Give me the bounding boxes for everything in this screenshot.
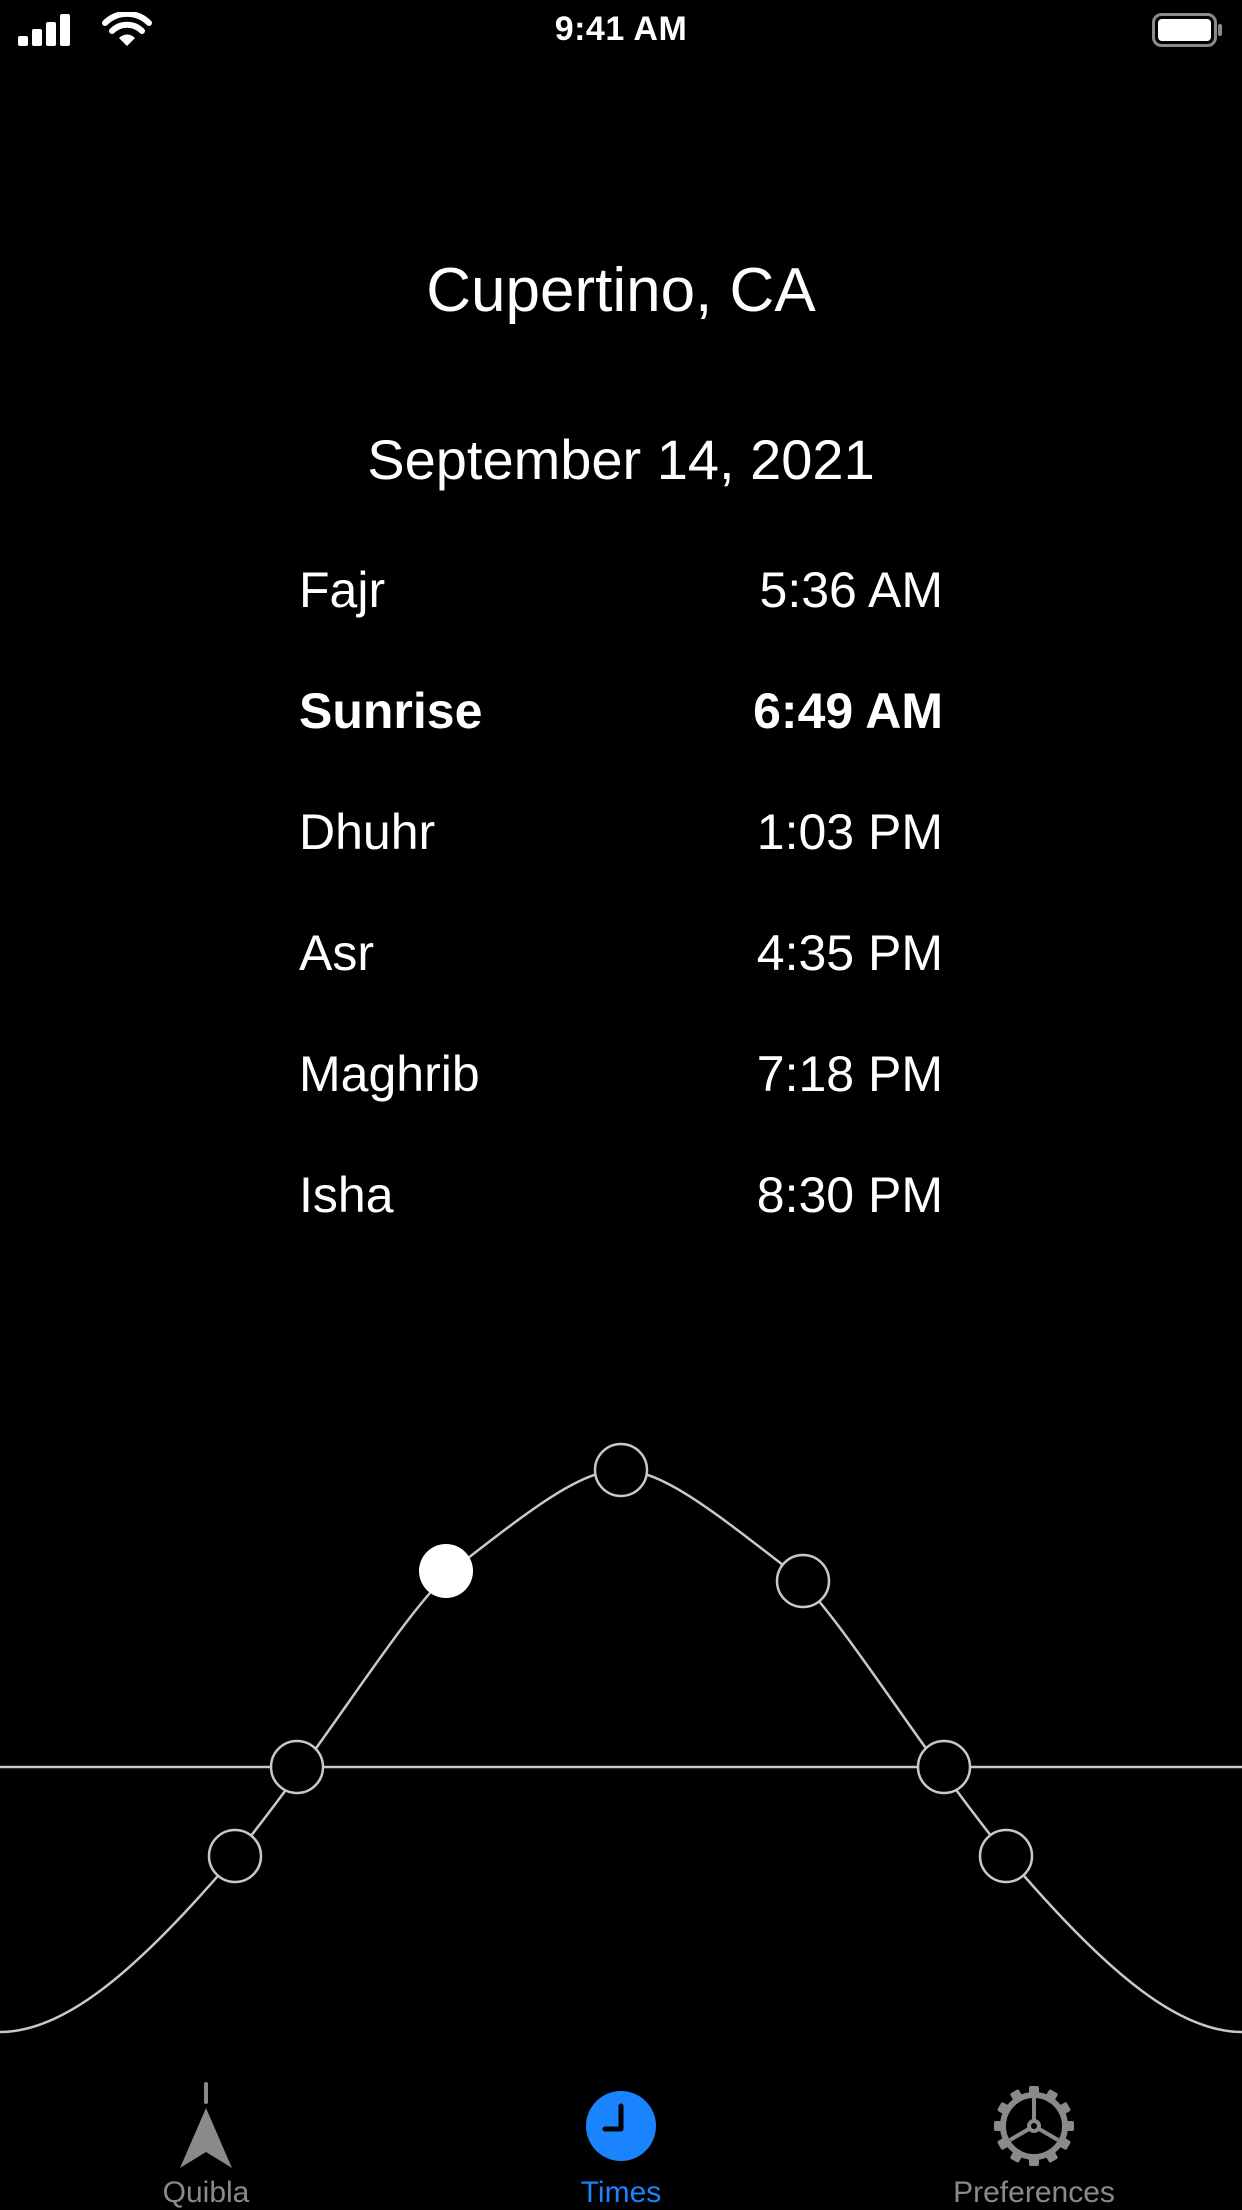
- maghrib-marker: [916, 1739, 972, 1795]
- current-sun-marker: [419, 1544, 473, 1598]
- date-title: September 14, 2021: [367, 428, 875, 491]
- status-time: 9:41 AM: [554, 10, 688, 48]
- prayer-time: 7:18 PM: [756, 1046, 943, 1102]
- dhuhr-marker: [593, 1442, 649, 1498]
- sunrise-marker: [269, 1739, 325, 1795]
- prayer-row-sunrise: Sunrise 6:49 AM: [299, 671, 943, 792]
- prayer-times-list: Fajr 5:36 AM Sunrise 6:49 AM Dhuhr 1:03 …: [299, 550, 943, 1276]
- status-bar: 9:41 AM: [0, 0, 1242, 60]
- prayer-time: 8:30 PM: [756, 1167, 943, 1223]
- tab-label: Preferences: [953, 2176, 1115, 2209]
- prayer-time: 5:36 AM: [759, 562, 943, 618]
- sun-path-chart: [0, 1442, 1242, 2034]
- isha-marker: [978, 1828, 1034, 1884]
- compass-arrow-icon: [180, 2082, 232, 2168]
- prayer-name: Maghrib: [299, 1046, 480, 1102]
- prayer-time: 1:03 PM: [756, 804, 943, 860]
- sun-path-curve: [0, 1468, 1242, 2034]
- gear-icon: [994, 2086, 1074, 2166]
- prayer-time: 4:35 PM: [756, 925, 943, 981]
- tab-bar: Quibla Times Preferences: [0, 2060, 1242, 2209]
- clock-icon: [586, 2091, 656, 2161]
- asr-marker: [775, 1553, 831, 1609]
- prayer-row-isha: Isha 8:30 PM: [299, 1155, 943, 1276]
- prayer-row-fajr: Fajr 5:36 AM: [299, 550, 943, 671]
- prayer-name: Dhuhr: [299, 804, 436, 860]
- prayer-name: Fajr: [299, 562, 386, 618]
- tab-times[interactable]: Times: [471, 2060, 771, 2209]
- fajr-marker: [207, 1828, 263, 1884]
- tab-quibla[interactable]: Quibla: [56, 2060, 356, 2209]
- prayer-name: Asr: [299, 925, 374, 981]
- battery-icon: [1152, 13, 1222, 47]
- prayer-row-maghrib: Maghrib 7:18 PM: [299, 1034, 943, 1155]
- prayer-row-asr: Asr 4:35 PM: [299, 913, 943, 1034]
- prayer-name: Sunrise: [299, 683, 483, 739]
- prayer-row-dhuhr: Dhuhr 1:03 PM: [299, 792, 943, 913]
- prayer-time: 6:49 AM: [753, 683, 943, 739]
- tab-preferences[interactable]: Preferences: [884, 2060, 1184, 2209]
- tab-label: Quibla: [162, 2176, 250, 2209]
- prayer-name: Isha: [299, 1167, 394, 1223]
- location-title: Cupertino, CA: [426, 256, 816, 325]
- tab-label: Times: [580, 2176, 662, 2209]
